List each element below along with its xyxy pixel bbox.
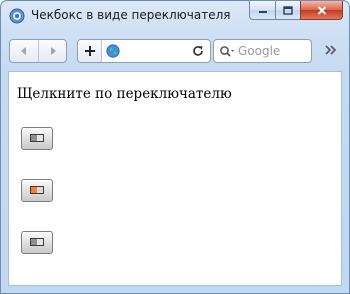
- address-bar[interactable]: [77, 39, 211, 63]
- toggle-switch[interactable]: [21, 127, 53, 150]
- chevron-right-icon[interactable]: [323, 42, 339, 58]
- toggle-track: [30, 134, 44, 142]
- window-title: Чекбокс в виде переключателя: [31, 8, 231, 22]
- plus-icon: [84, 46, 95, 56]
- search-bar[interactable]: Google: [213, 39, 312, 63]
- maximize-icon: [283, 5, 293, 15]
- browser-toolbar: Google: [9, 39, 343, 65]
- reload-icon[interactable]: [191, 44, 205, 58]
- close-icon: [317, 5, 326, 15]
- toggle-knob: [37, 239, 43, 245]
- page-heading: Щелкните по переключателю: [17, 86, 232, 102]
- forward-button[interactable]: [39, 40, 67, 62]
- minimize-icon: [258, 11, 267, 13]
- title-bar: Чекбокс в виде переключателя: [1, 1, 349, 31]
- toggle-switch[interactable]: [21, 231, 53, 254]
- back-button[interactable]: [10, 40, 39, 62]
- toggle-track: [30, 238, 44, 246]
- browser-icon: [9, 8, 25, 24]
- minimize-button[interactable]: [249, 1, 275, 20]
- search-icon[interactable]: [219, 45, 235, 59]
- nav-buttons: [9, 39, 67, 63]
- toggle-knob: [31, 187, 37, 193]
- close-button[interactable]: [300, 1, 343, 20]
- search-placeholder: Google: [238, 44, 281, 58]
- globe-icon: [106, 44, 120, 58]
- toggle-knob: [37, 135, 43, 141]
- forward-arrow-icon: [51, 47, 56, 55]
- browser-window: Чекбокс в виде переключателя Google Щелк…: [0, 0, 350, 294]
- page-content: Щелкните по переключателю: [8, 71, 342, 286]
- add-bookmark-button[interactable]: [78, 40, 102, 62]
- toggle-switch[interactable]: [21, 179, 53, 202]
- toggle-track: [30, 186, 44, 194]
- back-arrow-icon: [21, 47, 26, 55]
- maximize-button[interactable]: [275, 1, 300, 20]
- window-controls: [249, 1, 343, 20]
